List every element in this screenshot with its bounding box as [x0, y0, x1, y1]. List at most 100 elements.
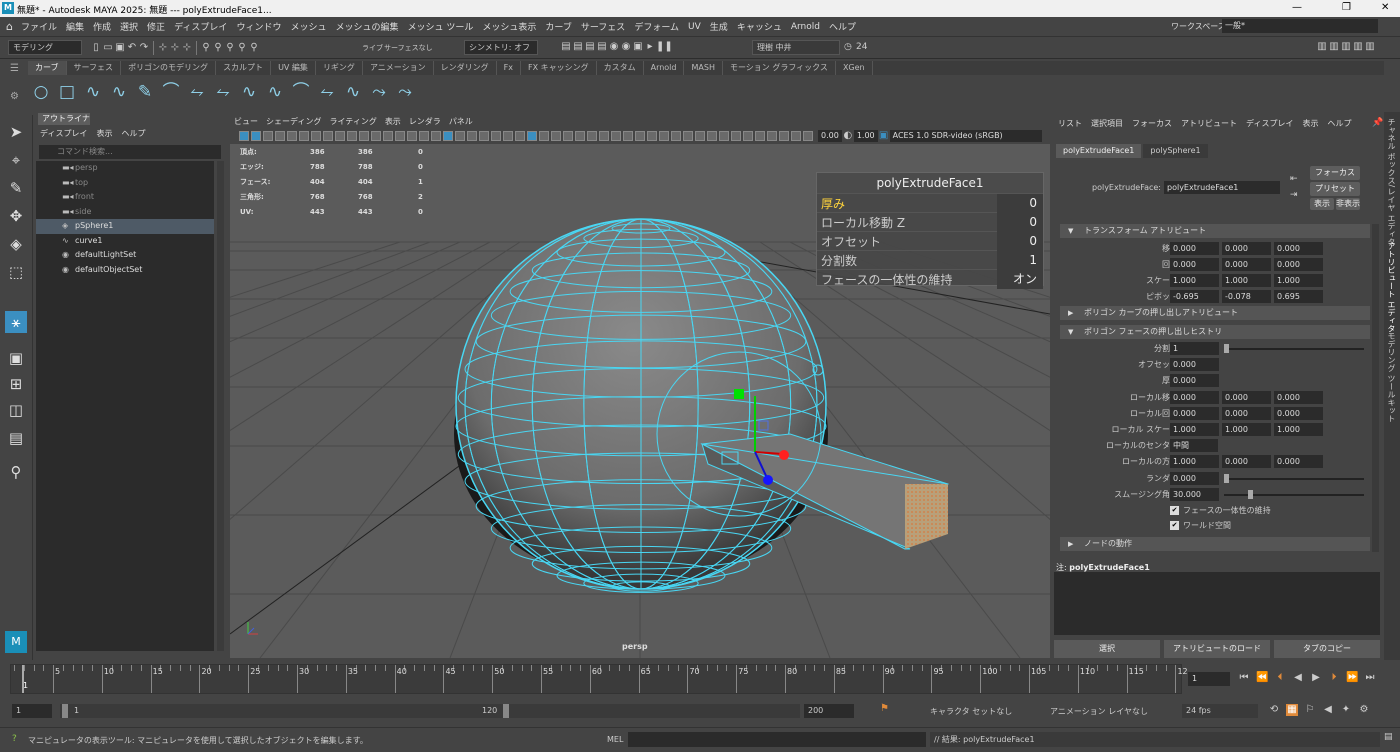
focus-button[interactable]: フォーカス — [1310, 166, 1360, 180]
outliner-item[interactable]: ◈ pSphere1 — [36, 219, 214, 234]
close-button[interactable]: ✕ — [1381, 2, 1389, 13]
viewport-toolbar-icon[interactable] — [299, 131, 309, 141]
attribute-field[interactable]: 0.000 — [1274, 390, 1323, 404]
script-language-button[interactable]: MEL — [607, 735, 623, 744]
in-view-row[interactable]: フェースの一体性の維持 オン — [817, 269, 1043, 289]
end-time-field[interactable]: 200 — [804, 704, 854, 718]
go-input-icon[interactable]: ⇤ — [1290, 174, 1298, 184]
attribute-field[interactable]: -0.078 — [1222, 290, 1271, 303]
save-scene-icon[interactable]: ▣ — [114, 42, 126, 54]
in-view-row[interactable]: 厚み 0 — [817, 193, 1043, 213]
shelf-tab-9[interactable]: FX キャッシング — [521, 61, 597, 75]
in-view-row[interactable]: オフセット 0 — [817, 231, 1043, 251]
in-view-value[interactable]: 0 — [997, 212, 1043, 232]
anim-prefs-icon[interactable]: ✦ — [1340, 704, 1352, 716]
menu-item-7[interactable]: メッシュ — [290, 20, 326, 33]
render-view-icon[interactable]: ▤ — [560, 41, 572, 53]
scale-tool-icon[interactable]: ⬚ — [5, 261, 27, 283]
shelf-tab-4[interactable]: UV 編集 — [271, 61, 316, 75]
gamma-field[interactable]: 1.00 — [853, 130, 878, 142]
pin-icon[interactable]: 📌 — [1372, 118, 1383, 128]
outliner-item[interactable]: ◉ defaultLightSet — [36, 248, 214, 263]
gamma-icon[interactable]: ◐ — [842, 130, 854, 142]
copy-tab-button[interactable]: タブのコピー — [1274, 640, 1380, 658]
viewport-toolbar-icon[interactable] — [383, 131, 393, 141]
go-to-end-icon[interactable]: ⏭ — [1364, 672, 1376, 684]
shelf-tab-12[interactable]: MASH — [684, 61, 723, 75]
color-management-icon[interactable]: ▣ — [878, 130, 890, 142]
attribute-dropdown[interactable]: 中間 — [1170, 439, 1218, 453]
script-editor-icon[interactable]: ▤ — [1384, 732, 1393, 742]
search-icon[interactable]: ⚲ — [5, 461, 27, 483]
select-tool-icon[interactable]: ➤ — [5, 121, 27, 143]
vp-menu-view[interactable]: ビュー — [234, 116, 258, 127]
viewport-toolbar-icon[interactable] — [767, 131, 777, 141]
attribute-field[interactable]: 0.000 — [1170, 471, 1219, 485]
viewport-toolbar-icon[interactable] — [467, 131, 477, 141]
step-back-frame-icon[interactable]: ⏪ — [1256, 672, 1268, 684]
attribute-field[interactable]: 0.695 — [1274, 290, 1323, 303]
pencil-curve-tool-icon[interactable]: ✎ — [134, 81, 156, 103]
viewport-toolbar-icon[interactable] — [719, 131, 729, 141]
play-forward-icon[interactable]: ▶ — [1310, 672, 1322, 684]
viewport-toolbar-icon[interactable] — [239, 131, 249, 141]
shelf-tab-1[interactable]: サーフェス — [67, 61, 122, 75]
menu-item-3[interactable]: 選択 — [120, 20, 138, 33]
render-frame-icon[interactable]: ▤ — [572, 41, 584, 53]
menu-item-11[interactable]: カーブ — [545, 20, 571, 33]
section-curve-extrude[interactable]: ▶ ポリゴン カーブの押し出しアトリビュート — [1060, 306, 1370, 320]
fps-select[interactable]: 24 fps — [1182, 704, 1258, 718]
play-backward-icon[interactable]: ◀ — [1292, 672, 1304, 684]
vp-menu-renderer[interactable]: レンダラ — [409, 116, 441, 127]
current-frame-field[interactable]: 1 — [1188, 672, 1230, 686]
node-name-field[interactable]: polyExtrudeFace1 — [1164, 181, 1280, 194]
outliner-search-input[interactable]: コマンド検索... — [39, 145, 221, 159]
shelf-tab-5[interactable]: リギング — [316, 61, 363, 75]
attribute-field[interactable]: 0.000 — [1274, 258, 1323, 271]
square-curve-icon[interactable]: □ — [56, 81, 78, 103]
menu-item-6[interactable]: ウィンドウ — [236, 20, 281, 33]
cv-curve-tool-icon[interactable]: ∿ — [82, 81, 104, 103]
ipr-render-icon[interactable]: ▤ — [584, 41, 596, 53]
rtab-modeling-toolkit[interactable]: モデリング ツールキット — [1386, 332, 1397, 423]
two-panes-icon[interactable]: ◫ — [5, 399, 27, 421]
viewport-toolbar-icon[interactable] — [491, 131, 501, 141]
viewport-toolbar-icon[interactable] — [779, 131, 789, 141]
in-view-value[interactable]: 0 — [997, 231, 1043, 251]
menu-item-1[interactable]: 編集 — [66, 20, 84, 33]
ae-menu-1[interactable]: 選択項目 — [1091, 118, 1123, 129]
rtab-channel-box[interactable]: チャネル ボックス/レイヤ エディタ — [1386, 118, 1397, 246]
outliner-persp-icon[interactable]: ▤ — [5, 427, 27, 449]
ae-menu-3[interactable]: アトリビュート — [1181, 118, 1237, 129]
menu-item-5[interactable]: ディスプレイ — [174, 20, 227, 33]
range-end-handle[interactable] — [503, 704, 509, 718]
rtab-attribute-editor[interactable]: アトリビュート エディタ — [1386, 242, 1397, 333]
offset-curve-icon[interactable]: ⌒ — [290, 81, 312, 103]
section-transform[interactable]: ▼ トランスフォーム アトリビュート — [1060, 224, 1370, 238]
curve-editing-icon[interactable]: ⤳ — [368, 81, 390, 103]
viewport-toolbar-icon[interactable] — [479, 131, 489, 141]
in-view-value[interactable]: 0 — [997, 193, 1043, 213]
viewport-toolbar-icon[interactable] — [623, 131, 633, 141]
arc-tool-icon[interactable]: ⌒ — [160, 81, 182, 103]
cache-playback-icon[interactable]: ▦ — [1286, 704, 1298, 716]
in-view-row[interactable]: 分割数 1 — [817, 250, 1043, 270]
arnold-view-icon[interactable]: ▸ — [644, 41, 656, 53]
attribute-field[interactable]: 0.000 — [1222, 258, 1271, 271]
exposure-field[interactable]: 0.00 — [818, 130, 842, 142]
attribute-field[interactable]: 0.000 — [1274, 406, 1323, 420]
step-forward-frame-icon[interactable]: ⏩ — [1346, 672, 1358, 684]
viewport-toolbar-icon[interactable] — [791, 131, 801, 141]
attribute-field[interactable]: 1 — [1170, 342, 1219, 355]
attribute-field[interactable]: 1.000 — [1170, 423, 1219, 436]
ae-menu-2[interactable]: フォーカス — [1132, 118, 1172, 129]
select-object-icon[interactable]: ⊹ — [169, 42, 181, 54]
select-component-icon[interactable]: ⊹ — [181, 42, 193, 54]
viewport-toolbar-icon[interactable] — [419, 131, 429, 141]
redo-icon[interactable]: ↷ — [138, 42, 150, 54]
viewport-toolbar-icon[interactable] — [431, 131, 441, 141]
viewport-toolbar-icon[interactable] — [335, 131, 345, 141]
ae-menu-4[interactable]: ディスプレイ — [1246, 118, 1293, 129]
circle-curve-icon[interactable]: ○ — [30, 81, 52, 103]
colorspace-select[interactable]: ACES 1.0 SDR-video (sRGB) — [889, 130, 1042, 142]
